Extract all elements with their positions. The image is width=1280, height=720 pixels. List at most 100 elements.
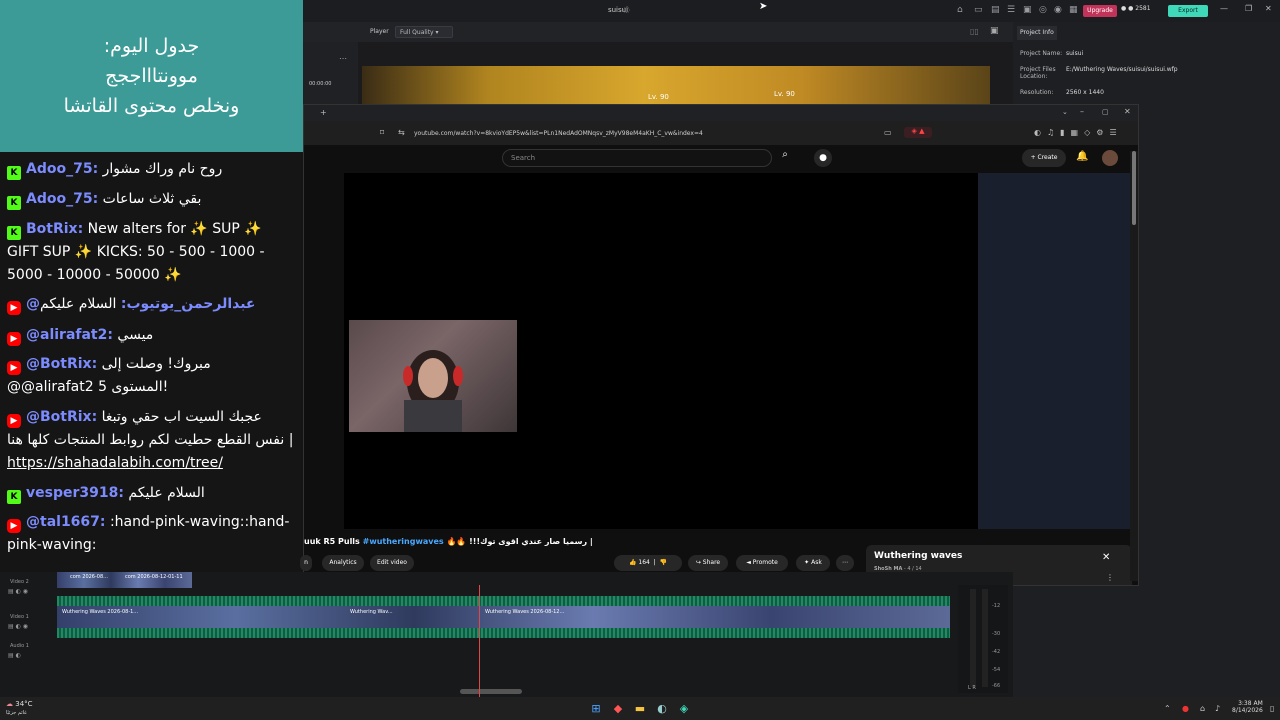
export-button[interactable]: Export [1168, 5, 1208, 17]
chat-message: Kvesper3918: السلام عليكم [7, 482, 295, 505]
close-icon[interactable]: ✕ [1124, 107, 1131, 116]
meter-label: -30 [992, 631, 1001, 637]
ask-button[interactable]: ✦ Ask [796, 555, 830, 571]
more-icon[interactable]: ⋯ [339, 54, 347, 63]
ask-label: Ask [811, 559, 822, 566]
create-label: Create [1037, 154, 1058, 161]
save-icon[interactable]: ▣ [1023, 5, 1032, 15]
snapshot-icon[interactable]: ▣ [990, 26, 999, 36]
notifications-icon[interactable]: 🔔 [1076, 151, 1088, 162]
compare-icon[interactable]: ▯▯ [970, 27, 979, 36]
avatar[interactable] [1102, 150, 1118, 166]
tab-list-icon[interactable]: ⌄ [1062, 108, 1068, 116]
list-icon[interactable]: ☰ [1007, 5, 1015, 15]
start-icon[interactable]: ⊞ [589, 702, 603, 716]
close-icon[interactable]: ✕ [1265, 4, 1272, 13]
audio-waveform[interactable] [57, 596, 950, 606]
create-button[interactable]: + Create [1022, 149, 1066, 167]
extensions-icon[interactable]: ◐♫▮▦◇⚙☰ [1034, 128, 1123, 137]
close-icon[interactable]: ✕ [1102, 552, 1110, 563]
bookmark-icon[interactable]: ⌑ [380, 128, 384, 137]
track-controls-icon[interactable]: ▤ ◐ ◉ [8, 623, 28, 630]
youtube-icon: ▶ [7, 414, 21, 428]
promote-button[interactable]: ◄ Promote [736, 555, 788, 571]
track-controls-icon[interactable]: ▤ ◐ ◉ [8, 588, 28, 595]
search-input[interactable]: Search [502, 149, 772, 167]
upgrade-button[interactable]: Upgrade [1083, 5, 1117, 17]
clock[interactable]: 3:38 AM 8/14/2026 [1232, 700, 1263, 714]
audio-meter: -12 -30 -42 -54 -66 L R [958, 585, 1008, 693]
notification-icon[interactable]: ▯ [1270, 704, 1274, 713]
address-bar[interactable]: ⌑ ⇆ youtube.com/watch?v=8kvioYdEP5w&list… [304, 121, 1138, 145]
microphone-icon[interactable]: ● [814, 149, 832, 167]
chat-username: Adoo_75: [26, 191, 99, 207]
headset-icon[interactable]: ◎ [1039, 5, 1047, 15]
chat-text: بقي ثلاث ساعات [102, 191, 202, 207]
maximize-icon[interactable]: ▢ [1102, 108, 1109, 116]
brave-browser-icon[interactable]: ◆ [611, 702, 625, 716]
url-text[interactable]: youtube.com/watch?v=8kvioYdEP5w&list=PLn… [414, 130, 703, 137]
playlist-menu-icon[interactable]: ⋮ [1106, 573, 1114, 582]
points-counter[interactable]: ● ● 2581 [1121, 5, 1151, 12]
search-icon[interactable]: ⌕ [772, 149, 798, 167]
playhead[interactable] [479, 585, 480, 697]
site-info-icon[interactable]: ⇆ [398, 128, 405, 137]
weather-widget[interactable]: ☁ 34°C غائم جزئيًا [6, 700, 33, 716]
support-icon[interactable]: ◉ [1054, 5, 1062, 15]
tab-project-info[interactable]: Project Info [1017, 26, 1057, 40]
youtube-icon: ▶ [7, 361, 21, 375]
layout-icon[interactable]: ▭ [974, 5, 983, 15]
audio-waveform[interactable] [57, 628, 950, 638]
mouse-cursor-icon: ➤ [759, 1, 768, 12]
network-icon[interactable]: ⌂ [1200, 704, 1205, 713]
restore-icon[interactable]: ❐ [1245, 4, 1252, 13]
steam-icon[interactable]: ◐ [655, 702, 669, 716]
promote-label: Promote [752, 559, 778, 566]
meter-label: -54 [992, 667, 1001, 673]
chat-message: K Adoo_75: بقي ثلاث ساعات [7, 188, 295, 211]
volume-icon[interactable]: ♪ [1215, 704, 1220, 713]
page-background [978, 173, 1133, 529]
video-hashtag[interactable]: #wutheringwaves [363, 537, 444, 546]
tray-overflow-icon[interactable]: ⌃ [1164, 704, 1171, 713]
like-dislike-button[interactable]: 👍 164 | 👎 [614, 555, 682, 571]
quality-value: Full Quality [400, 29, 434, 36]
quality-select[interactable]: Full Quality ▾ [395, 26, 453, 38]
brave-shield-icon[interactable]: ◈ ▲ [904, 127, 932, 138]
clip-label: Wuthering Waves 2026-08-12... [485, 609, 565, 615]
minimize-icon[interactable]: — [1220, 4, 1228, 13]
document-icon[interactable]: ▤ [991, 5, 1000, 15]
clip-label: com 2026-08-12-01-11 [125, 574, 183, 580]
timeline-scrollbar[interactable] [460, 689, 522, 694]
track-label-video1: Video 1 [10, 614, 29, 620]
clip-label: com 2026-08... [70, 574, 108, 580]
playlist-title[interactable]: Wuthering waves [874, 551, 962, 561]
like-count: 164 [638, 559, 650, 566]
scrollbar-thumb[interactable] [1132, 151, 1136, 225]
player-label: Player [370, 28, 389, 35]
schedule-line-1: جدول اليوم: [103, 35, 200, 57]
filmora-icon[interactable]: ◈ [677, 702, 691, 716]
weather-temp: 34°C [15, 700, 33, 708]
weather-icon: ☁ [6, 700, 13, 708]
file-explorer-icon[interactable]: ▬ [633, 702, 647, 716]
analytics-button[interactable]: Analytics [322, 555, 364, 571]
video-title-suffix: 🔥🔥 !!!رسميا صار عندي اقوى توك | [446, 537, 593, 546]
chat-username: @BotRix: [26, 409, 98, 425]
tray-app-icon[interactable]: ● [1182, 704, 1189, 713]
schedule-line-2: موونتاااججج [105, 65, 198, 87]
more-icon[interactable]: ⋯ [836, 555, 854, 571]
share-button[interactable]: ↪ Share [688, 555, 728, 571]
chat-username: Adoo_75: [26, 161, 99, 177]
chat-link[interactable]: https://shahadalabih.com/tree/ [7, 455, 223, 471]
new-tab-icon[interactable]: + [320, 108, 327, 117]
gift-icon[interactable]: ▦ [1069, 5, 1078, 15]
minimize-icon[interactable]: – [1080, 107, 1084, 116]
edit-video-button[interactable]: Edit video [370, 555, 414, 571]
track-controls-icon[interactable]: ▤ ◐ [8, 652, 21, 659]
video-title: uuk R5 Pulls #wutheringwaves 🔥🔥 !!!رسميا… [304, 537, 724, 546]
clip-label: Wuthering Wav... [350, 609, 393, 615]
bookmark-icon[interactable]: ⌂ [957, 5, 963, 15]
left-cut-button[interactable]: n [300, 555, 312, 571]
reader-icon[interactable]: ▭ [884, 128, 892, 137]
